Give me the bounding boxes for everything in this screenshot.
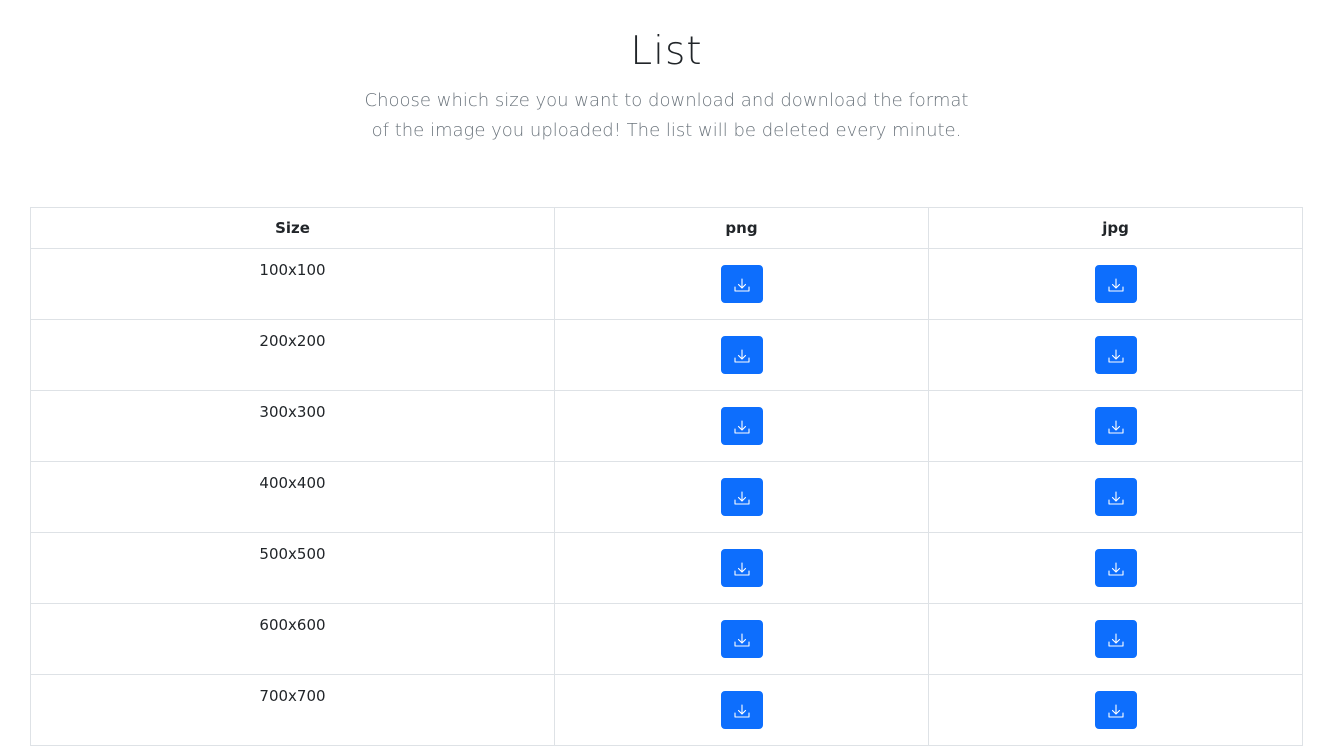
png-cell — [554, 532, 929, 604]
size-label: 600x600 — [30, 603, 555, 675]
table-row: 300x300 — [30, 390, 1303, 462]
table-header-row: Size png jpg — [30, 207, 1303, 249]
jpg-cell — [928, 248, 1303, 320]
jpg-cell — [928, 532, 1303, 604]
download-png-button[interactable] — [720, 265, 763, 303]
table-row: 600x600 — [30, 603, 1303, 675]
jpg-cell — [928, 319, 1303, 391]
jpg-cell — [928, 674, 1303, 746]
download-png-button[interactable] — [720, 478, 763, 516]
download-jpg-button[interactable] — [1094, 478, 1137, 516]
download-jpg-button[interactable] — [1094, 336, 1137, 374]
table-row: 700x700 — [30, 674, 1303, 746]
column-header-size: Size — [30, 207, 555, 249]
jpg-cell — [928, 603, 1303, 675]
download-png-button[interactable] — [720, 691, 763, 729]
size-label: 500x500 — [30, 532, 555, 604]
jpg-cell — [928, 390, 1303, 462]
table-row: 100x100 — [30, 248, 1303, 320]
size-label: 700x700 — [30, 674, 555, 746]
table-row: 200x200 — [30, 319, 1303, 391]
page-title: List — [630, 29, 703, 74]
download-jpg-button[interactable] — [1094, 691, 1137, 729]
png-cell — [554, 319, 929, 391]
download-png-button[interactable] — [720, 336, 763, 374]
column-header-jpg: jpg — [928, 207, 1303, 249]
download-table: Size png jpg 100x100 200x200 300x300 400x40… — [30, 207, 1303, 746]
png-cell — [554, 674, 929, 746]
download-jpg-button[interactable] — [1094, 620, 1137, 658]
png-cell — [554, 248, 929, 320]
size-label: 200x200 — [30, 319, 555, 391]
download-png-button[interactable] — [720, 549, 763, 587]
download-png-button[interactable] — [720, 620, 763, 658]
download-jpg-button[interactable] — [1094, 407, 1137, 445]
download-jpg-button[interactable] — [1094, 265, 1137, 303]
png-cell — [554, 461, 929, 533]
column-header-png: png — [554, 207, 929, 249]
jpg-cell — [928, 461, 1303, 533]
size-label: 300x300 — [30, 390, 555, 462]
download-png-button[interactable] — [720, 407, 763, 445]
download-jpg-button[interactable] — [1094, 549, 1137, 587]
table-row: 500x500 — [30, 532, 1303, 604]
png-cell — [554, 603, 929, 675]
size-label: 400x400 — [30, 461, 555, 533]
png-cell — [554, 390, 929, 462]
size-label: 100x100 — [30, 248, 555, 320]
page-subtitle: Choose which size you want to download a… — [364, 90, 969, 141]
table-row: 400x400 — [30, 461, 1303, 533]
